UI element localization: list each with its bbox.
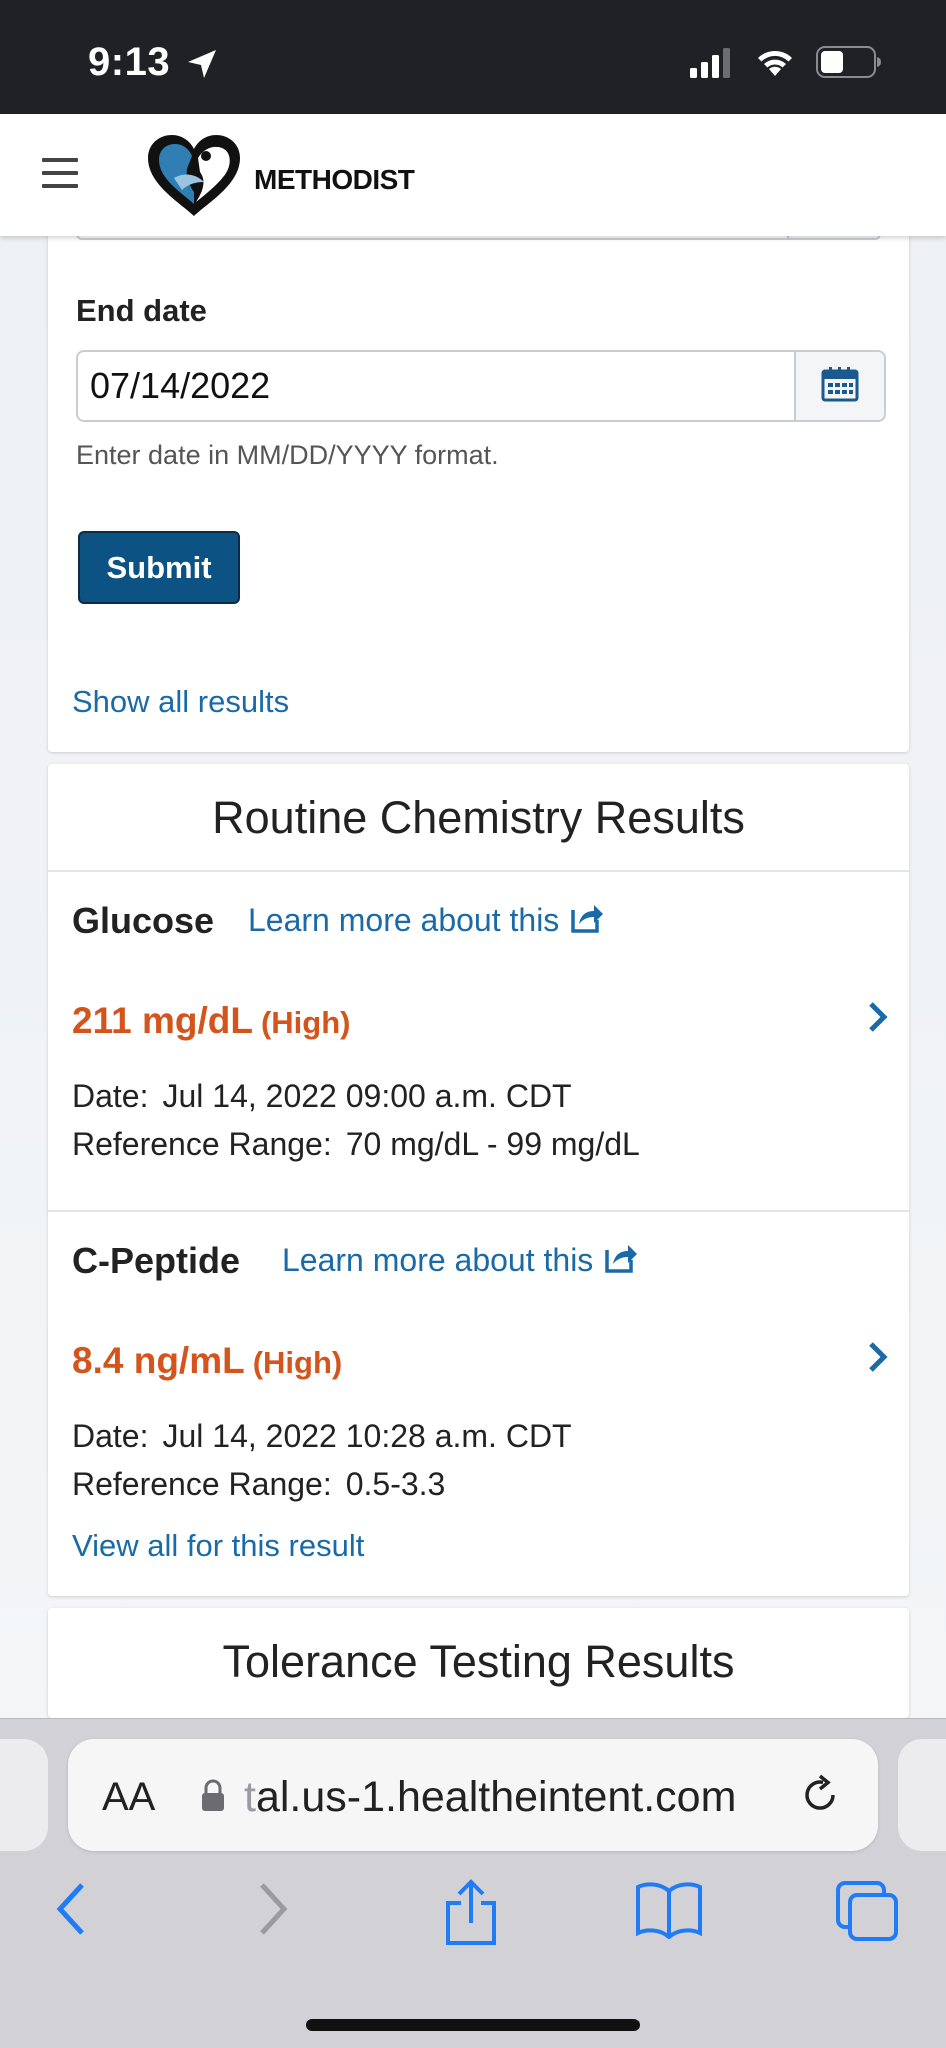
- url-text[interactable]: tal.us-1.healtheintent.com: [244, 1773, 736, 1822]
- chevron-right-icon[interactable]: [867, 1000, 889, 1039]
- section-title: Routine Chemistry Results: [212, 792, 745, 843]
- url-faded-prefix: t: [244, 1773, 256, 1821]
- forward-icon[interactable]: [256, 1879, 292, 1944]
- learn-more-text[interactable]: Learn more about this: [248, 902, 559, 939]
- reload-icon[interactable]: [798, 1773, 842, 1822]
- result-name: Glucose: [72, 900, 215, 941]
- external-link-icon: [603, 1242, 639, 1279]
- submit-button[interactable]: Submit: [78, 531, 240, 604]
- result-value-row[interactable]: 8.4 ng/mL (High): [72, 1340, 342, 1382]
- page-content: End date Enter date in MM/DD/YYYY format…: [0, 200, 946, 1718]
- learn-more-link[interactable]: Learn more about this: [282, 1242, 639, 1279]
- end-date-label: End date: [76, 293, 207, 328]
- battery-icon: [816, 46, 882, 83]
- lock-icon: [200, 1779, 226, 1818]
- show-all-results-link[interactable]: Show all results: [72, 684, 289, 720]
- date-value: Jul 14, 2022 09:00 a.m. CDT: [162, 1078, 572, 1114]
- location-arrow-icon: [186, 48, 218, 85]
- reference-range-value: 70 mg/dL - 99 mg/dL: [345, 1126, 640, 1162]
- bookmarks-icon[interactable]: [634, 1879, 704, 1944]
- routine-chemistry-card: Routine Chemistry Results Glucose Learn …: [48, 764, 909, 1596]
- tolerance-testing-card: Tolerance Testing Results: [48, 1608, 909, 1718]
- date-format-hint: Enter date in MM/DD/YYYY format.: [76, 440, 499, 470]
- result-date: Date: Jul 14, 2022 09:00 a.m. CDT: [72, 1078, 572, 1115]
- reference-range-label: Reference Range:: [72, 1466, 332, 1502]
- high-flag: (High): [260, 1005, 351, 1040]
- home-indicator[interactable]: [306, 2019, 640, 2031]
- learn-more-text[interactable]: Learn more about this: [282, 1242, 593, 1279]
- result-value: 211 mg/dL: [72, 1000, 253, 1041]
- result-value-row[interactable]: 211 mg/dL (High): [72, 1000, 350, 1042]
- reference-range: Reference Range: 0.5-3.3: [72, 1466, 445, 1503]
- menu-icon[interactable]: [42, 158, 78, 188]
- end-date-input[interactable]: [76, 350, 886, 422]
- address-bar[interactable]: AA tal.us-1.healtheintent.com: [68, 1739, 878, 1851]
- date-filter-card: End date Enter date in MM/DD/YYYY format…: [48, 200, 909, 752]
- learn-more-link[interactable]: Learn more about this: [248, 902, 605, 939]
- url-domain: al.us-1.healtheintent.com: [255, 1773, 737, 1821]
- previous-tab-preview[interactable]: [0, 1739, 48, 1851]
- app-header: METHODIST: [0, 114, 946, 236]
- reference-range: Reference Range: 70 mg/dL - 99 mg/dL: [72, 1126, 640, 1163]
- brand-name: METHODIST: [254, 164, 415, 195]
- high-flag: (High): [252, 1345, 343, 1380]
- tabs-icon[interactable]: [834, 1879, 902, 1948]
- result-item-c-peptide: C-Peptide Learn more about this 8.4 ng/m…: [48, 1210, 909, 1550]
- next-tab-preview[interactable]: [898, 1739, 946, 1851]
- reference-range-value: 0.5-3.3: [345, 1466, 446, 1502]
- status-bar: 9:13: [0, 0, 946, 114]
- reference-range-label: Reference Range:: [72, 1126, 332, 1162]
- browser-nav: [0, 1879, 946, 1969]
- external-link-icon: [569, 902, 605, 939]
- browser-toolbar: AA tal.us-1.healtheintent.com: [0, 1718, 946, 2048]
- calendar-button[interactable]: [794, 352, 884, 420]
- result-value: 8.4 ng/mL: [72, 1340, 245, 1381]
- date-label: Date:: [72, 1078, 149, 1114]
- view-all-for-result-link[interactable]: View all for this result: [72, 1528, 364, 1564]
- calendar-icon: [821, 366, 859, 407]
- section-title: Tolerance Testing Results: [222, 1636, 735, 1687]
- cellular-signal-icon: [690, 48, 734, 83]
- wifi-icon: [755, 46, 795, 83]
- result-item-glucose: Glucose Learn more about this 211 mg/dL …: [48, 870, 909, 1210]
- back-icon[interactable]: [52, 1879, 88, 1944]
- date-label: Date:: [72, 1418, 149, 1454]
- date-value: Jul 14, 2022 10:28 a.m. CDT: [162, 1418, 572, 1454]
- chevron-right-icon[interactable]: [867, 1340, 889, 1379]
- share-icon[interactable]: [444, 1879, 498, 1952]
- status-time: 9:13: [88, 40, 171, 84]
- result-date: Date: Jul 14, 2022 10:28 a.m. CDT: [72, 1418, 572, 1455]
- result-name: C-Peptide: [72, 1240, 241, 1281]
- reader-options-button[interactable]: AA: [102, 1775, 155, 1820]
- methodist-logo-icon: [144, 132, 244, 223]
